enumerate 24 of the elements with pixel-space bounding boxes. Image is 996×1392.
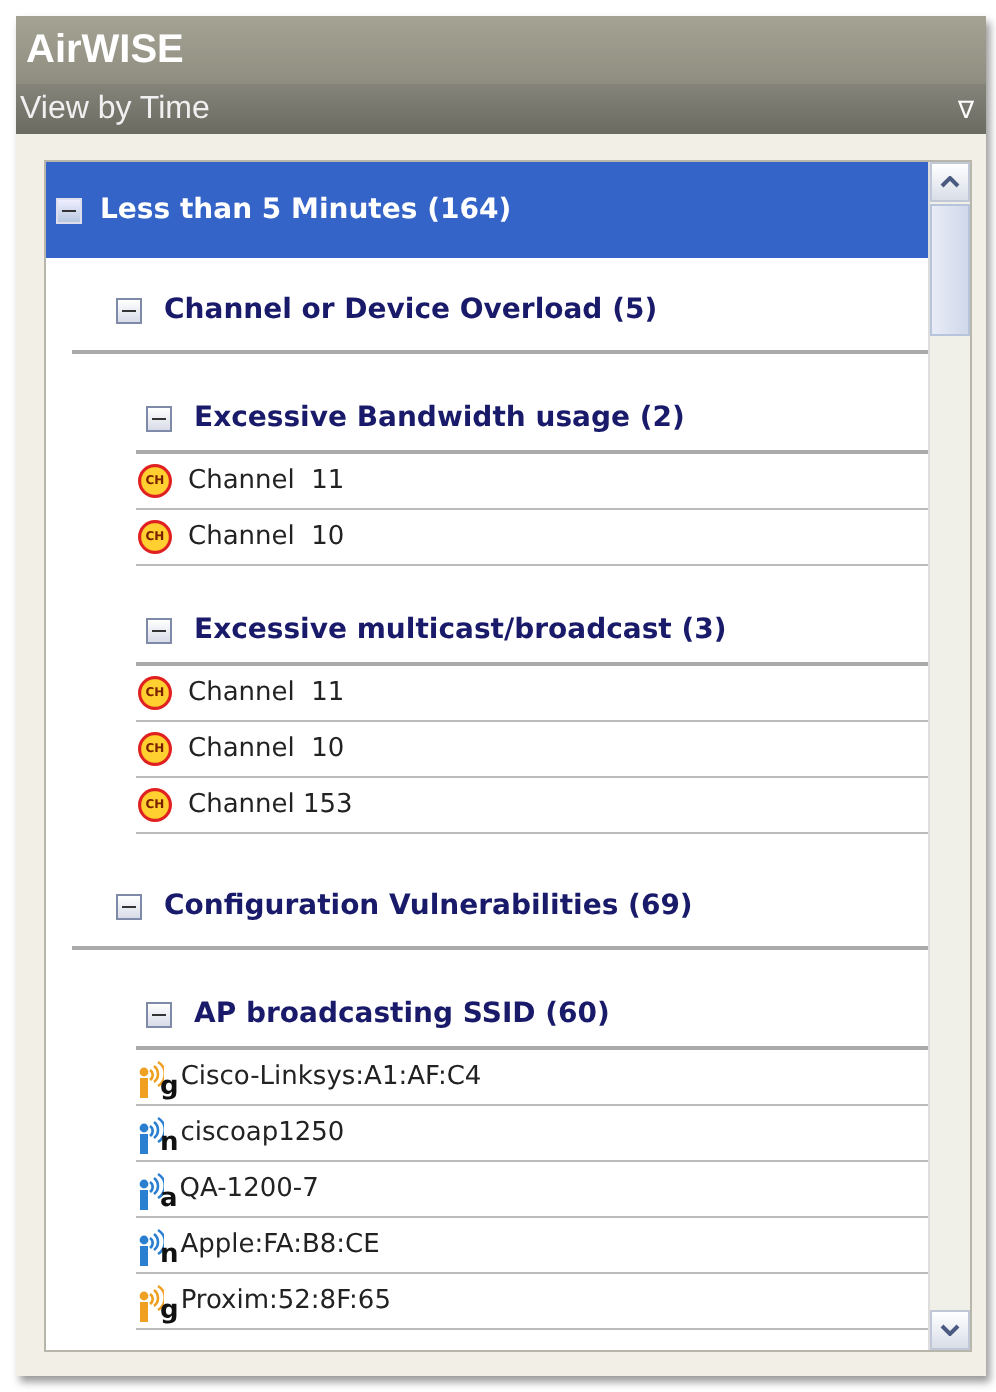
collapse-toggle[interactable]	[116, 297, 142, 323]
subcategory-label: Excessive Bandwidth usage (2)	[194, 402, 685, 434]
group-label: Less than 5 Minutes (164)	[100, 194, 512, 226]
subcategory-label: Excessive multicast/broadcast (3)	[194, 614, 727, 646]
subcategory-label: AP broadcasting SSID (60)	[194, 998, 610, 1030]
scroll-up-icon[interactable]	[930, 162, 970, 202]
view-menu-button[interactable]: ∇	[957, 95, 974, 123]
tree-item[interactable]: g Proxim:52:8F:65	[136, 1274, 928, 1330]
collapse-toggle[interactable]	[146, 1001, 172, 1027]
collapse-toggle[interactable]	[146, 617, 172, 643]
collapse-toggle[interactable]	[146, 405, 172, 431]
tree-item[interactable]: gCisco-Linksys:A1:AF:C4	[136, 1050, 928, 1106]
scroll-thumb[interactable]	[930, 204, 970, 336]
category-label: Channel or Device Overload (5)	[164, 294, 658, 326]
collapse-toggle[interactable]	[116, 893, 142, 919]
tree-group-row[interactable]: Less than 5 Minutes (164)	[46, 162, 928, 258]
tree-item[interactable]: nApple:FA:B8:CE	[136, 1218, 928, 1274]
tree-item[interactable]: nciscoap1250	[136, 1106, 928, 1162]
view-label: View by Time	[20, 91, 210, 127]
window-title: AirWISE	[16, 16, 986, 84]
category-label: Configuration Vulnerabilities (69)	[164, 890, 693, 922]
scrollbar[interactable]	[928, 162, 970, 1350]
scroll-down-icon[interactable]	[930, 1310, 970, 1350]
tree-item[interactable]: aQA-1200-7	[136, 1162, 928, 1218]
